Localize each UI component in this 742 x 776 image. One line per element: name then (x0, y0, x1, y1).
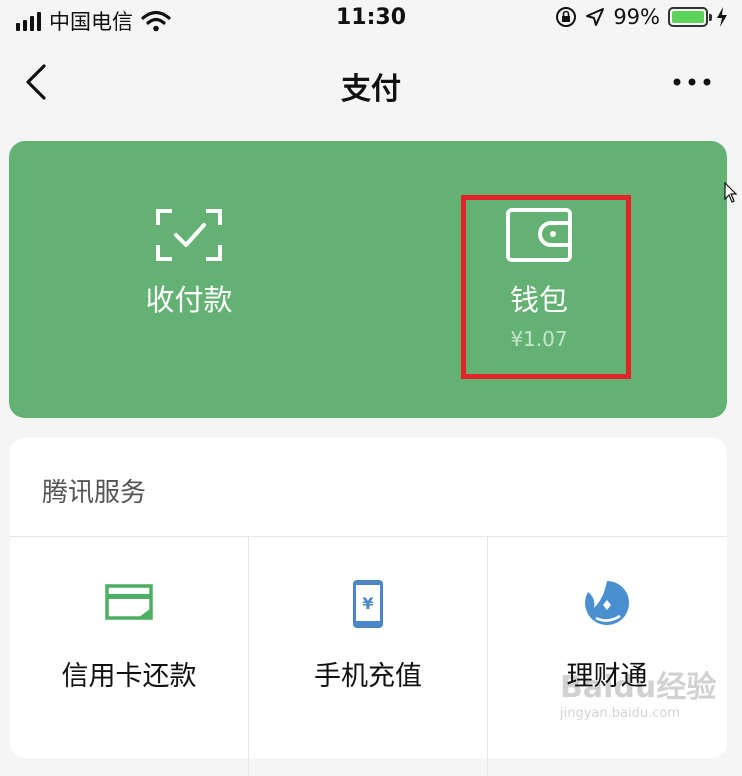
wallet-balance: ¥1.07 (510, 327, 568, 351)
baidu-watermark: Baidu经验 jingyan.baidu.com (560, 662, 716, 721)
battery-icon (668, 7, 712, 27)
wallet-label: 钱包 (509, 283, 568, 317)
scan-check-icon (156, 209, 222, 261)
watermark-url: jingyan.baidu.com (560, 706, 680, 721)
nav-bar: 支付 (0, 40, 742, 126)
wallet-button[interactable]: 钱包 ¥1.07 (449, 207, 629, 351)
wallet-icon (506, 208, 572, 262)
more-icon[interactable] (672, 72, 712, 92)
service-label: 手机充值 (314, 661, 422, 692)
page-title: 支付 (341, 72, 401, 107)
mouse-cursor-icon (724, 182, 738, 203)
battery-percent: 99% (613, 5, 660, 29)
services-title: 腾讯服务 (42, 478, 147, 508)
watermark-text: Baidu经验 (560, 670, 717, 705)
payment-card: 收付款 钱包 ¥1.07 (9, 141, 727, 418)
orientation-lock-icon (556, 7, 577, 27)
phone-recharge-icon: ¥ (353, 580, 383, 628)
location-icon (586, 8, 605, 26)
svg-text:¥: ¥ (362, 594, 373, 613)
status-bar: 中国电信 11:30 99% (0, 0, 742, 38)
receive-payment-button[interactable]: 收付款 (129, 207, 249, 319)
service-phone-recharge[interactable]: ¥ 手机充值 (249, 536, 487, 736)
receive-payment-label: 收付款 (145, 283, 233, 317)
licaitong-icon (585, 580, 630, 625)
credit-card-icon (105, 584, 153, 620)
service-label: 信用卡还款 (61, 661, 197, 692)
service-credit-card-repayment[interactable]: 信用卡还款 (10, 536, 248, 736)
status-right: 99% (555, 5, 728, 29)
charging-icon (717, 7, 727, 27)
